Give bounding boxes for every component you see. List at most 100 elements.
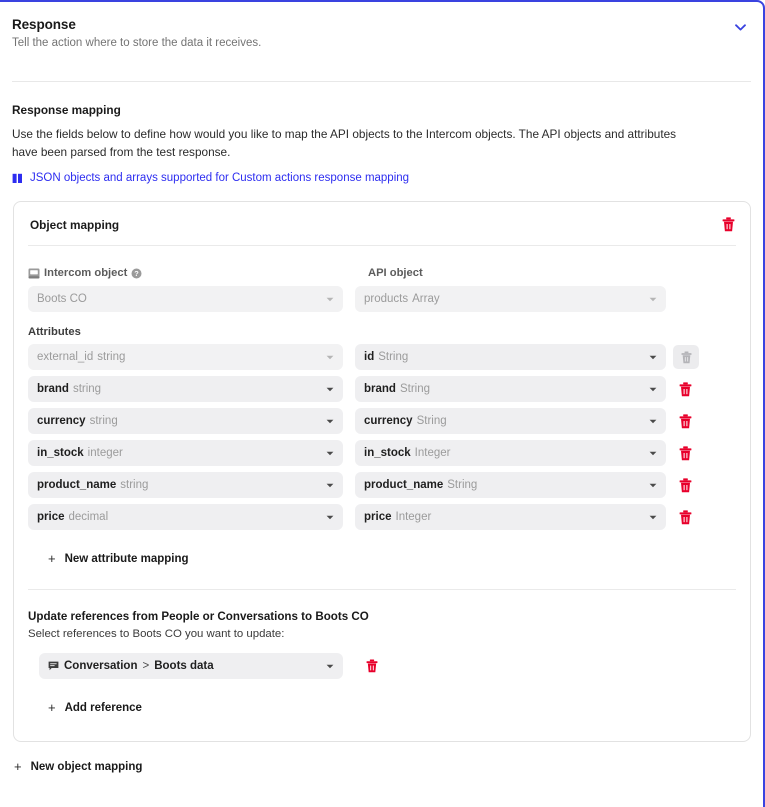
object-mapping-title: Object mapping (30, 218, 120, 232)
intercom-attribute-type: decimal (68, 511, 109, 523)
api-attribute-key: id (364, 351, 375, 363)
api-attribute-select[interactable]: currency String (355, 408, 666, 434)
api-attribute-key: price (364, 511, 392, 523)
api-attribute-type: String (378, 351, 409, 363)
chevron-down-icon (326, 479, 334, 491)
api-attribute-type: String (447, 479, 478, 491)
response-panel: Response Tell the action where to store … (0, 0, 765, 807)
delete-attribute-button-disabled (673, 345, 699, 369)
intercom-object-value: Boots CO (37, 293, 87, 305)
reference-target: Boots data (154, 660, 214, 672)
api-attribute-select[interactable]: product_name String (355, 472, 666, 498)
table-row: brand string brand String (28, 376, 736, 402)
attributes-label: Attributes (28, 326, 81, 338)
api-attribute-select[interactable]: id String (355, 344, 666, 370)
object-icon (28, 268, 40, 279)
intercom-attribute-select[interactable]: external_id string (28, 344, 343, 370)
intercom-attribute-select[interactable]: in_stock integer (28, 440, 343, 466)
api-attribute-key: currency (364, 415, 413, 427)
table-row: product_name string product_name String (28, 472, 736, 498)
intercom-attribute-type: string (120, 479, 149, 491)
conversation-icon (48, 661, 59, 671)
object-mapping-card-header: Object mapping (14, 202, 750, 245)
page-title: Response (12, 17, 76, 32)
object-select-row: Boots CO products Array (28, 286, 736, 312)
delete-reference-button[interactable] (365, 658, 379, 674)
api-attribute-key: product_name (364, 479, 444, 491)
intercom-attribute-key: price (37, 511, 65, 523)
chevron-down-icon (649, 293, 657, 305)
new-attribute-mapping-wrap: + New attribute mapping (28, 530, 736, 568)
response-mapping-intro: Response mapping Use the fields below to… (0, 82, 763, 184)
delete-object-mapping-button[interactable] (720, 216, 736, 232)
chevron-down-icon (649, 383, 657, 395)
add-reference-wrap: + Add reference (28, 679, 736, 741)
intercom-attribute-type: string (89, 415, 118, 427)
json-docs-link-label: JSON objects and arrays supported for Cu… (30, 172, 410, 184)
chevron-down-icon (326, 383, 334, 395)
intercom-attribute-key: product_name (37, 479, 117, 491)
api-attribute-select[interactable]: brand String (355, 376, 666, 402)
delete-attribute-button[interactable] (677, 509, 693, 525)
intercom-attribute-type: integer (87, 447, 123, 459)
references-title: Update references from People or Convers… (28, 610, 369, 623)
intercom-attribute-select[interactable]: price decimal (28, 504, 343, 530)
plus-icon: + (48, 551, 56, 566)
api-object-type: Array (412, 293, 440, 305)
intercom-attribute-select[interactable]: product_name string (28, 472, 343, 498)
list-item: Conversation > Boots data (28, 653, 736, 679)
new-attribute-mapping-button[interactable]: + New attribute mapping (48, 551, 189, 567)
chevron-down-icon (326, 447, 334, 459)
response-mapping-description: Use the fields below to define how would… (12, 127, 677, 159)
delete-attribute-button[interactable] (677, 477, 693, 493)
delete-attribute-button[interactable] (677, 413, 693, 429)
api-attribute-type: String (416, 415, 447, 427)
table-row: in_stock integer in_stock Integer (28, 440, 736, 466)
chevron-down-icon (649, 447, 657, 459)
book-icon (12, 173, 23, 184)
json-docs-link[interactable]: JSON objects and arrays supported for Cu… (12, 172, 751, 184)
api-object-label: API object (368, 267, 423, 279)
chevron-down-icon (326, 293, 334, 305)
chevron-down-icon[interactable] (733, 20, 747, 34)
chevron-down-icon (326, 351, 334, 363)
object-mapping-card: Object mapping Intercom object ? API obj… (13, 201, 751, 742)
new-object-mapping-button[interactable]: + New object mapping (14, 759, 142, 775)
add-reference-label: Add reference (64, 702, 142, 714)
footer-actions: + New object mapping (0, 742, 763, 776)
intercom-attribute-key: currency (37, 415, 86, 427)
intercom-attribute-select[interactable]: currency string (28, 408, 343, 434)
intercom-attribute-type: string (97, 351, 126, 363)
reference-source: Conversation (64, 660, 138, 672)
intercom-attribute-select[interactable]: brand string (28, 376, 343, 402)
chevron-down-icon (649, 415, 657, 427)
api-attribute-type: Integer (395, 511, 432, 523)
intercom-object-label-group: Intercom object ? (28, 266, 355, 280)
api-object-select[interactable]: products Array (355, 286, 666, 312)
api-attribute-key: brand (364, 383, 396, 395)
help-circle-icon[interactable]: ? (131, 268, 142, 279)
api-attribute-select[interactable]: price Integer (355, 504, 666, 530)
chevron-down-icon (649, 479, 657, 491)
delete-attribute-button[interactable] (677, 381, 693, 397)
plus-icon: + (14, 759, 22, 774)
table-row: currency string currency String (28, 408, 736, 434)
delete-attribute-button[interactable] (677, 445, 693, 461)
api-attribute-select[interactable]: in_stock Integer (355, 440, 666, 466)
chevron-down-icon (326, 415, 334, 427)
attribute-rows: external_id string id String brand strin… (28, 344, 736, 530)
reference-separator: > (142, 660, 150, 672)
intercom-object-select[interactable]: Boots CO (28, 286, 343, 312)
api-attribute-type: String (399, 383, 430, 395)
page-subtitle: Tell the action where to store the data … (12, 37, 262, 49)
chevron-down-icon (326, 511, 334, 523)
references-section: Update references from People or Convers… (14, 590, 750, 741)
table-row: external_id string id String (28, 344, 736, 370)
object-column-labels: Intercom object ? API object (28, 266, 736, 280)
add-reference-button[interactable]: + Add reference (48, 700, 142, 716)
reference-select[interactable]: Conversation > Boots data (39, 653, 343, 679)
response-header: Response Tell the action where to store … (0, 2, 763, 51)
api-object-key: products (364, 293, 409, 305)
api-attribute-key: in_stock (364, 447, 411, 459)
intercom-object-label: Intercom object (44, 267, 128, 279)
